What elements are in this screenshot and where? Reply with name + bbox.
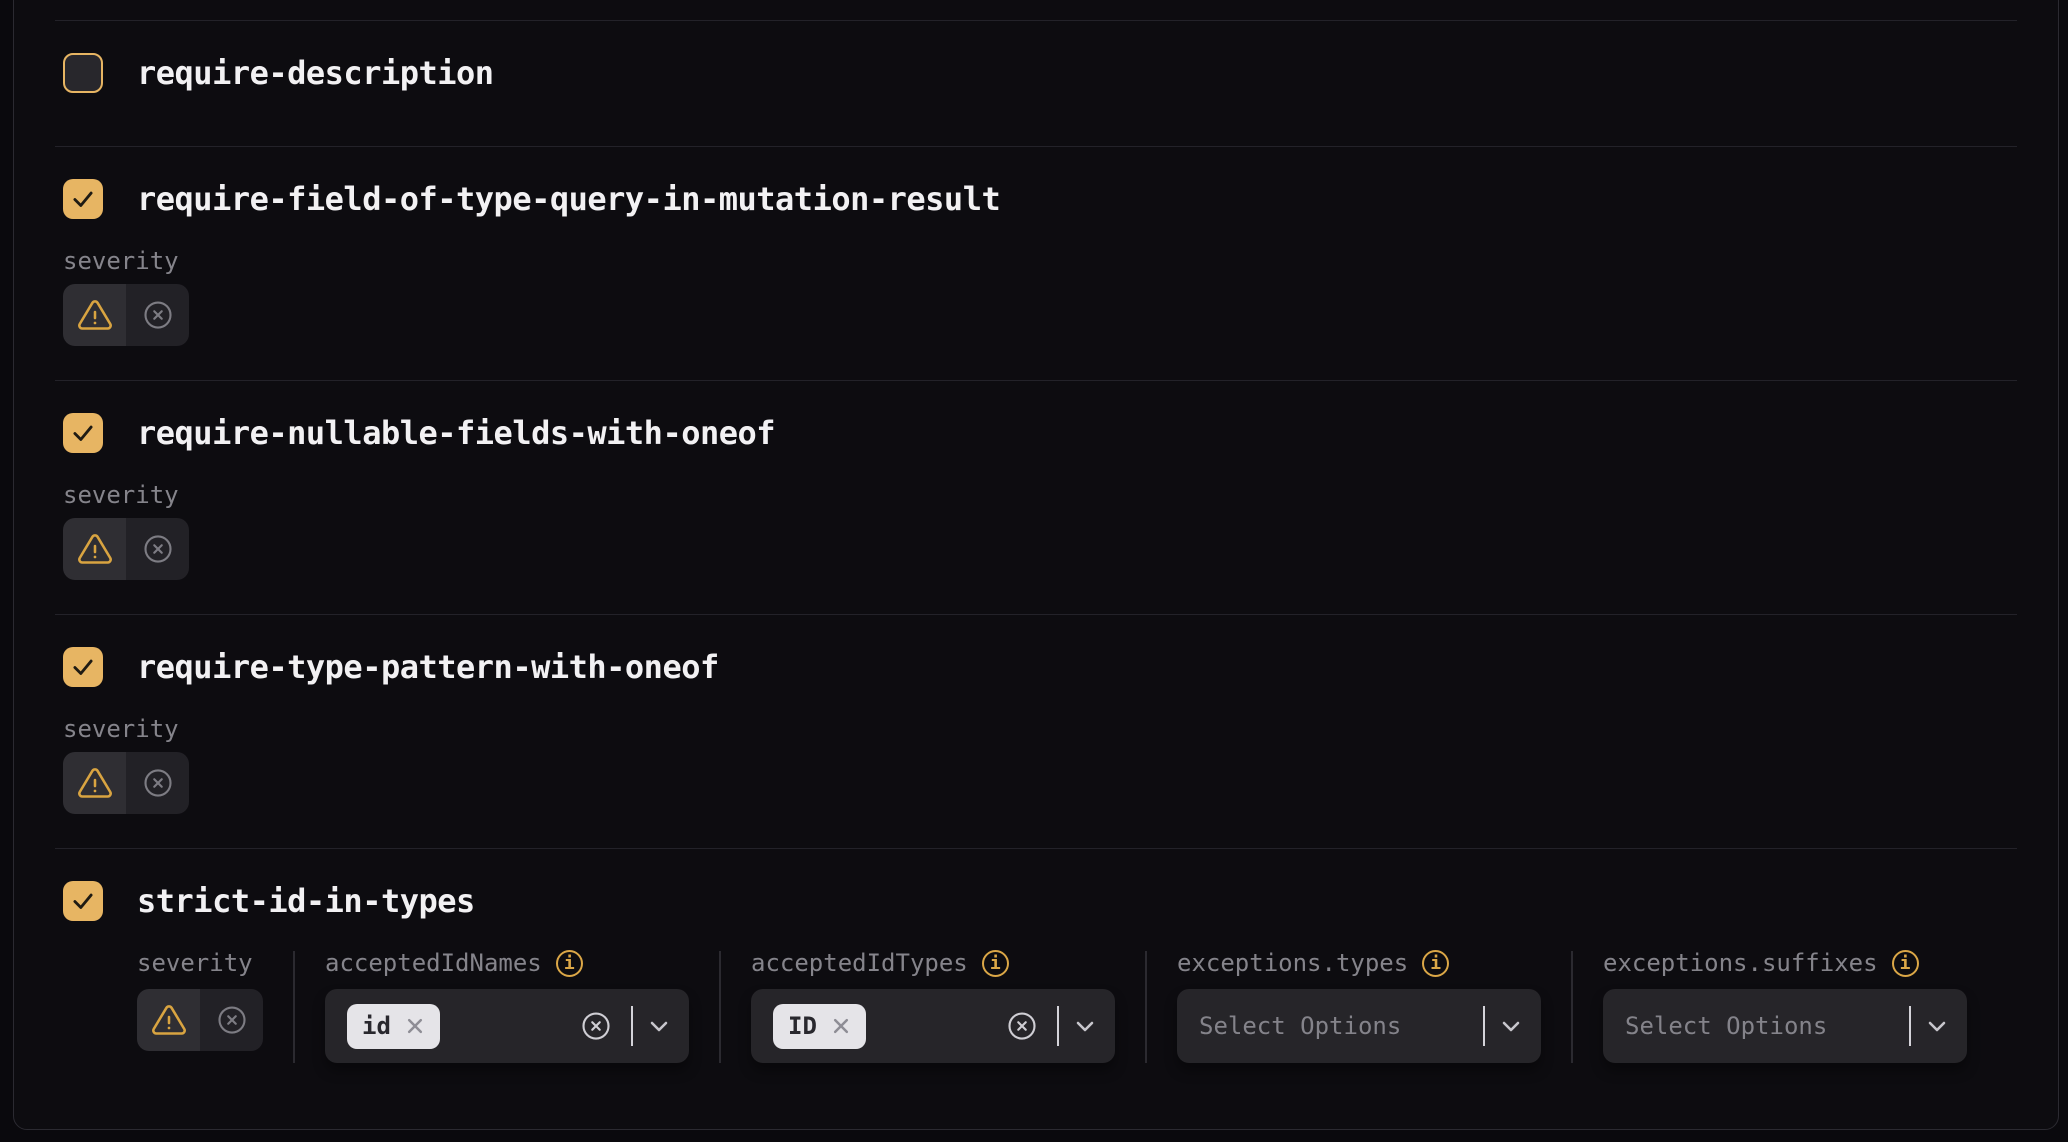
severity-warn-button[interactable] [63,284,126,346]
rule-name: require-description [137,53,494,93]
severity-toggle [63,284,189,346]
exceptions-types-select[interactable]: Select Options [1177,989,1541,1063]
severity-toggle [137,989,263,1051]
field-group-divider [293,951,295,1063]
rule-name: require-type-pattern-with-oneof [137,647,719,687]
info-icon[interactable]: i [1892,950,1919,977]
field-label: exceptions.types [1177,951,1408,975]
warning-triangle-icon [77,297,113,333]
chevron-down-icon[interactable] [1501,1019,1521,1033]
circle-x-icon [143,768,173,798]
accepted-id-types-select[interactable]: ID [751,989,1115,1063]
remove-tag-icon[interactable] [831,1016,851,1036]
info-icon[interactable]: i [982,950,1009,977]
checkmark-icon [70,186,96,212]
select-placeholder: Select Options [1625,1012,1827,1040]
rules-config-card: require-description require-field-of-typ… [13,0,2059,1130]
severity-toggle [63,752,189,814]
info-icon[interactable]: i [556,950,583,977]
severity-warn-button[interactable] [63,752,126,814]
circle-x-icon [143,534,173,564]
info-icon[interactable]: i [1422,950,1449,977]
severity-off-button[interactable] [126,284,189,346]
tag-label: id [362,1012,391,1040]
exceptions-suffixes-select[interactable]: Select Options [1603,989,1967,1063]
rule-name: strict-id-in-types [137,881,475,921]
severity-off-button[interactable] [200,989,263,1051]
circle-x-clear-icon[interactable] [581,1011,611,1041]
severity-label: severity [63,483,179,507]
rule-row: require-type-pattern-with-oneof severity [14,615,2058,848]
warning-triangle-icon [77,531,113,567]
chevron-down-icon[interactable] [1075,1019,1095,1033]
circle-x-icon [143,300,173,330]
select-divider [1909,1006,1911,1046]
field-label: acceptedIdNames [325,951,542,975]
field-label: acceptedIdTypes [751,951,968,975]
severity-label: severity [137,951,253,975]
circle-x-icon [217,1005,247,1035]
rule-checkbox[interactable] [63,53,103,93]
rule-checkbox[interactable] [63,881,103,921]
rule-row: strict-id-in-types severity [14,849,2058,1130]
tag-chip: ID [773,1004,866,1049]
remove-tag-icon[interactable] [405,1016,425,1036]
rule-checkbox[interactable] [63,413,103,453]
rule-row: require-nullable-fields-with-oneof sever… [14,381,2058,614]
accepted-id-names-select[interactable]: id [325,989,689,1063]
severity-off-button[interactable] [126,518,189,580]
warning-triangle-icon [77,765,113,801]
severity-label: severity [63,249,179,273]
severity-warn-button[interactable] [137,989,200,1051]
chevron-down-icon[interactable] [649,1019,669,1033]
circle-x-clear-icon[interactable] [1007,1011,1037,1041]
rule-name: require-nullable-fields-with-oneof [137,413,775,453]
field-group-divider [1571,951,1573,1063]
severity-warn-button[interactable] [63,518,126,580]
field-group-divider [719,951,721,1063]
checkmark-icon [70,888,96,914]
select-placeholder: Select Options [1199,1012,1401,1040]
rule-row: require-description [14,21,2058,146]
rule-name: require-field-of-type-query-in-mutation-… [137,179,1000,219]
select-divider [631,1006,633,1046]
severity-off-button[interactable] [126,752,189,814]
warning-triangle-icon [151,1002,187,1038]
field-group-divider [1145,951,1147,1063]
rule-checkbox[interactable] [63,647,103,687]
tag-label: ID [788,1012,817,1040]
checkmark-icon [70,654,96,680]
rule-row: require-field-of-type-query-in-mutation-… [14,147,2058,380]
severity-label: severity [63,717,179,741]
select-divider [1057,1006,1059,1046]
rule-checkbox[interactable] [63,179,103,219]
tag-chip: id [347,1004,440,1049]
chevron-down-icon[interactable] [1927,1019,1947,1033]
severity-toggle [63,518,189,580]
field-label: exceptions.suffixes [1603,951,1878,975]
select-divider [1483,1006,1485,1046]
checkmark-icon [70,420,96,446]
